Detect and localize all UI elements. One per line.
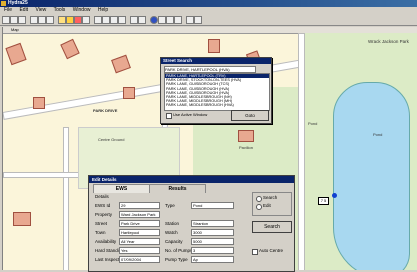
paste-icon[interactable] — [46, 16, 54, 24]
building — [13, 212, 31, 226]
use-active-window-label: Use Active Window — [173, 112, 208, 117]
ews-id-label: EWS Id — [95, 203, 111, 208]
new-icon[interactable] — [2, 16, 10, 24]
menu-tools[interactable]: Tools — [54, 7, 66, 13]
map-label-centre-ground: Centre Ground — [98, 137, 125, 142]
zoom-extent-icon[interactable] — [118, 16, 126, 24]
property-label: Property — [95, 212, 113, 217]
no-of-pumps-field[interactable]: 3 — [191, 247, 234, 254]
pond — [333, 82, 410, 270]
search-radio-label: Search — [263, 195, 278, 200]
save-icon[interactable] — [10, 16, 18, 24]
map-label-street: PARK DRIVE — [93, 108, 118, 113]
zoom-in-icon[interactable] — [94, 16, 102, 24]
street-label: Street — [95, 221, 108, 226]
road — [298, 33, 305, 270]
hard-standing-select[interactable]: Yes — [119, 247, 160, 254]
town-field[interactable]: Hartlepool — [119, 229, 160, 236]
pan-icon[interactable] — [82, 16, 90, 24]
find-icon[interactable] — [166, 16, 174, 24]
menu-window[interactable]: Window — [73, 7, 91, 13]
map-label-pond-2: Pond — [373, 132, 383, 137]
map-marker-label[interactable]: 7 5 — [318, 197, 329, 205]
last-inspection-field[interactable]: 07/09/2004 — [119, 256, 160, 263]
town-label: Town — [95, 230, 106, 235]
type-select[interactable]: Pond — [191, 202, 234, 209]
window-icon[interactable] — [186, 16, 194, 24]
tab-results[interactable]: Results — [149, 184, 206, 193]
edit-details-title: Edit Details — [89, 176, 294, 183]
map-label-pavilion: Pavilion — [239, 145, 254, 150]
availability-label: Availability — [95, 239, 117, 244]
tab-ews[interactable]: EWS — [93, 184, 150, 193]
station-select[interactable]: Stranton — [191, 220, 234, 227]
select-icon[interactable] — [58, 16, 66, 24]
capacity-field[interactable]: 5000 — [191, 238, 234, 245]
toolbar — [0, 14, 417, 26]
menu-file[interactable]: File — [4, 7, 12, 13]
building — [33, 97, 45, 109]
copy-icon[interactable] — [38, 16, 46, 24]
building — [60, 38, 80, 60]
measure-icon[interactable] — [138, 16, 146, 24]
building — [208, 39, 220, 53]
folder-icon[interactable] — [66, 16, 74, 24]
street-search-input[interactable]: PARK DRIVE, HARTLEPOOL (HVA) — [164, 66, 256, 73]
edit-details-dialog: Edit Details EWS Results Details EWS Id … — [88, 175, 295, 272]
search-button[interactable]: Search — [252, 221, 292, 233]
table-icon[interactable] — [174, 16, 182, 24]
edit-radio[interactable] — [256, 204, 262, 210]
station-label: Station — [165, 221, 180, 226]
watch-label: Watch — [165, 230, 178, 235]
menu-help[interactable]: Help — [98, 7, 108, 13]
map-window-title: Map — [11, 27, 19, 32]
property-field[interactable]: Ward Jackson Park — [119, 211, 160, 218]
app-title: Hydra25 — [8, 0, 28, 6]
street-search-list[interactable]: PARK LANE, HARTLEPOOL (TRV) PARK DRIVE, … — [164, 73, 270, 111]
building — [5, 42, 27, 66]
use-active-window-checkbox[interactable] — [166, 113, 172, 119]
availability-select[interactable]: All Year — [119, 238, 160, 245]
print-icon[interactable] — [18, 16, 26, 24]
street-search-dialog: Street Search PARK DRIVE, HARTLEPOOL (HV… — [160, 57, 272, 124]
app-icon — [1, 1, 6, 6]
list-item[interactable]: PARK LANE, MIDDLESBROUGH (HVA) — [165, 103, 269, 107]
menu-bar: File Edit View Tools Window Help — [0, 7, 417, 14]
map-label-pond: Pond — [308, 121, 318, 126]
app-title-bar: Hydra25 — [0, 0, 417, 7]
capacity-label: Capacity — [165, 239, 183, 244]
auto-centre-checkbox[interactable] — [252, 249, 258, 255]
watch-select[interactable]: 3000 — [191, 229, 234, 236]
zoom-window-icon[interactable] — [110, 16, 118, 24]
edit-radio-label: Edit — [263, 203, 271, 208]
menu-view[interactable]: View — [35, 7, 46, 13]
road — [63, 127, 69, 270]
search-radio[interactable] — [256, 196, 262, 202]
building — [123, 87, 135, 99]
street-search-title: Street Search — [161, 58, 271, 64]
building — [238, 130, 254, 142]
road — [3, 172, 90, 178]
hydrant-marker-icon[interactable] — [332, 193, 337, 198]
layers-icon[interactable] — [158, 16, 166, 24]
info-icon[interactable] — [130, 16, 138, 24]
pump-type-label: Pump Type — [165, 257, 188, 262]
goto-button[interactable]: Goto — [231, 110, 269, 121]
cut-icon[interactable] — [30, 16, 38, 24]
no-of-pumps-label: No. of Pumps — [165, 248, 193, 253]
details-section-label: Details — [95, 194, 109, 199]
auto-centre-label: Auto Centre — [259, 248, 284, 253]
building — [111, 54, 131, 74]
street-field[interactable]: Park Drive — [119, 220, 160, 227]
marker-icon[interactable] — [74, 16, 82, 24]
help-icon[interactable] — [194, 16, 202, 24]
globe-icon[interactable] — [150, 16, 158, 24]
ews-id-field[interactable]: 29 — [119, 202, 160, 209]
map-label-park: Wrack Jackson Park — [368, 39, 409, 44]
type-label: Type — [165, 203, 175, 208]
zoom-out-icon[interactable] — [102, 16, 110, 24]
menu-edit[interactable]: Edit — [19, 7, 28, 13]
pump-type-select[interactable]: Ap — [191, 256, 234, 263]
